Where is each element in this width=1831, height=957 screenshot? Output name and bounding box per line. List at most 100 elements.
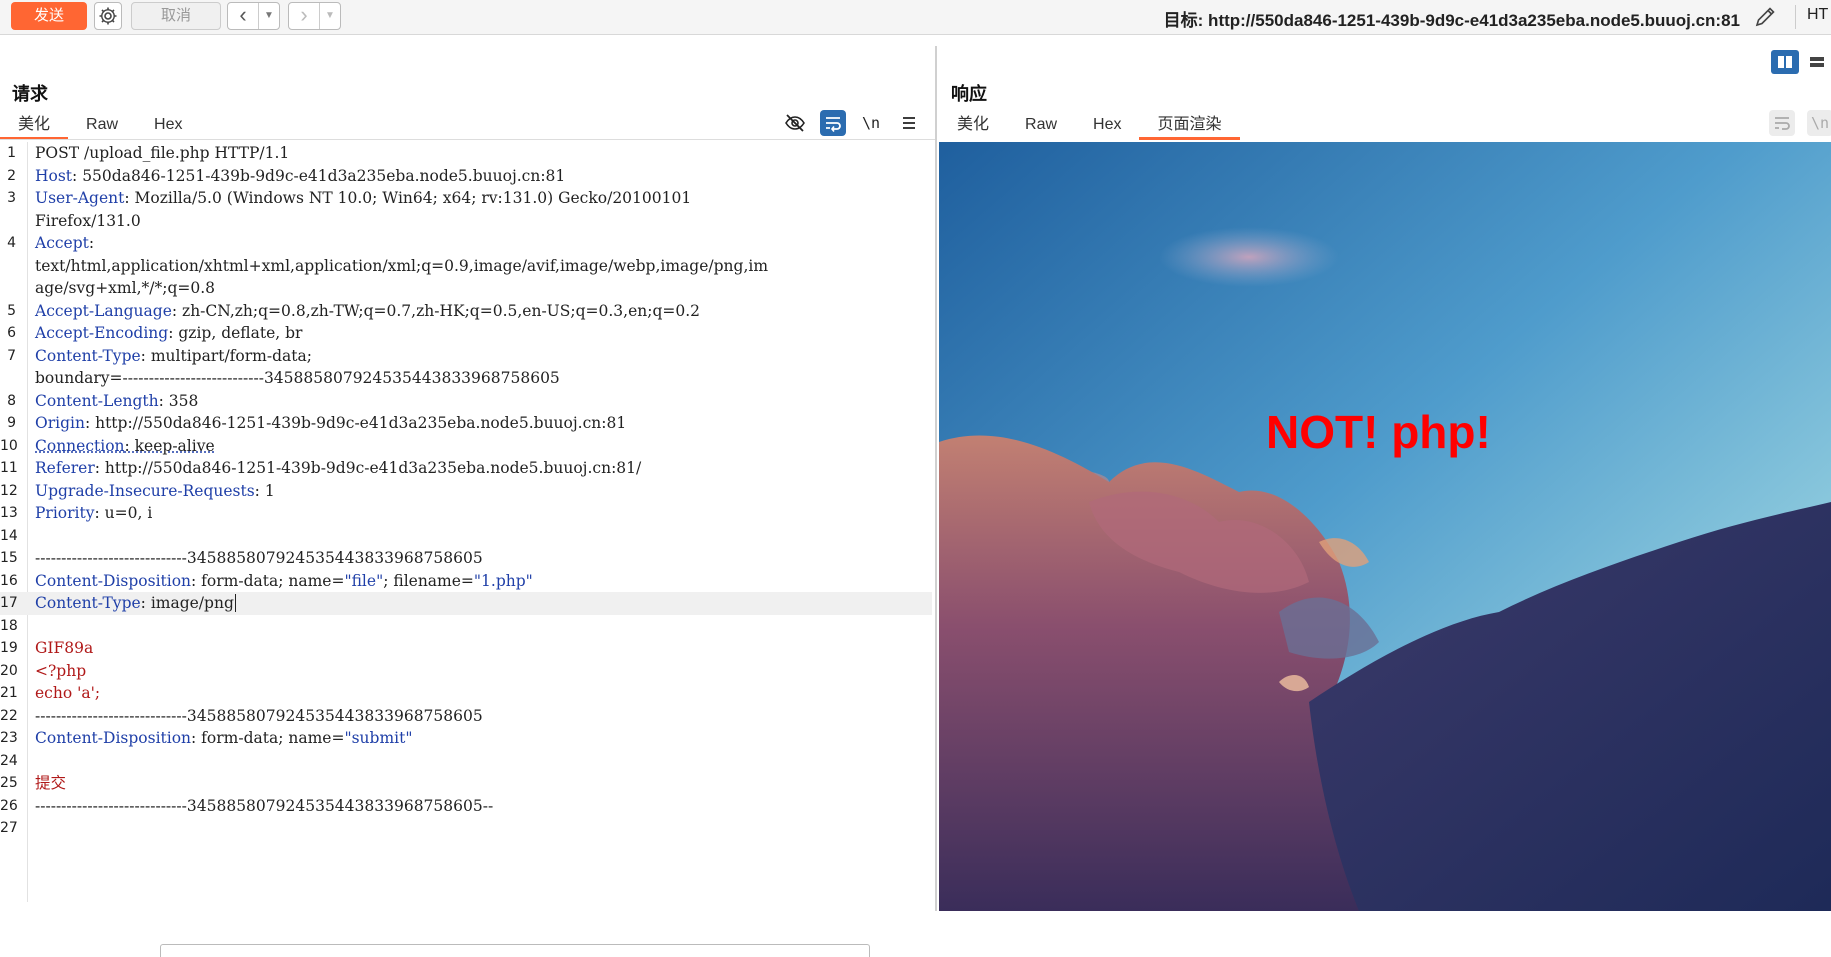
back-button[interactable]: ‹ [228,3,258,29]
editor-line[interactable]: 22 -----------------------------345885807… [0,705,932,728]
token: : 1 [254,481,275,500]
request-tab-pretty[interactable]: 美化 [0,111,69,140]
editor-line[interactable]: 5 Accept-Language: zh-CN,zh;q=0.8,zh-TW;q… [0,300,932,323]
editor-line[interactable]: 20 <?php [0,660,932,683]
response-tab-pretty[interactable]: 美化 [939,111,1007,138]
editor-line[interactable]: 26 -----------------------------345885807… [0,795,932,818]
request-menu-button[interactable] [896,110,922,136]
editor-line[interactable]: 18 [0,615,932,638]
request-editor-tools: \n [782,110,922,136]
pencil-icon [1755,7,1775,27]
editor-line[interactable]: 12 Upgrade-Insecure-Requests: 1 [0,480,932,503]
editor-line[interactable]: 14 [0,525,932,548]
editor-line[interactable]: 2 Host: 550da846-1251-439b-9d9c-e41d3a235… [0,165,932,188]
request-tab-raw[interactable]: Raw [68,111,136,138]
response-tabs: 美化 Raw Hex 页面渲染 [939,111,1240,140]
newline-icon: \n [861,114,881,132]
line-number: 6 [7,325,16,341]
token: : form-data; name= [191,571,345,590]
pane-splitter[interactable] [935,46,937,911]
request-editor[interactable]: 1 POST /upload_file.php HTTP/1.1 2 Host: 55… [0,142,935,902]
editor-line[interactable]: 15 -----------------------------345885807… [0,547,932,570]
editor-line[interactable]: 19 GIF89a [0,637,932,660]
header-name: Priority [35,504,95,522]
line-number: 12 [0,482,18,499]
request-tab-hex[interactable]: Hex [136,111,200,138]
editor-line[interactable]: 4 Accept: [0,232,932,255]
forward-history-dropdown[interactable]: ▼ [319,3,340,29]
line-text: Referer: http://550da846-1251-439b-9d9c-… [35,457,641,480]
header-name: Content-Disposition [35,571,192,590]
editor-line[interactable]: 13 Priority: u=0, i [0,502,932,525]
editor-line[interactable]: 6 Accept-Encoding: gzip, deflate, br [0,322,932,345]
cancel-button[interactable]: 取消 [131,2,221,30]
response-tab-raw[interactable]: Raw [1007,111,1075,138]
edit-target-button[interactable] [1751,3,1779,31]
editor-line[interactable]: 9 Origin: http://550da846-1251-439b-9d9c-… [0,412,932,435]
layout-split-button[interactable] [1771,50,1799,74]
line-number: 2 [7,167,16,184]
sky-background-image [939,142,1831,911]
back-history-dropdown[interactable]: ▼ [258,3,279,29]
request-title: 请求 [12,84,48,104]
line-text: -----------------------------34588580792… [35,705,483,728]
editor-line[interactable]: 21 echo 'a'; [0,682,932,705]
token: -----------------------------34588580792… [35,796,494,815]
line-text: Content-Type: multipart/form-data; [35,345,312,368]
line-text: 提交 [35,772,66,795]
newline-toggle-button[interactable]: \n [858,110,884,136]
editor-line[interactable]: 3 User-Agent: Mozilla/5.0 (Windows NT 10.… [0,187,932,210]
toolbar-divider [1795,5,1796,29]
send-button[interactable]: 发送 [11,2,87,30]
hide-nonprintable-button[interactable] [782,110,808,136]
editor-line[interactable]: age/svg+xml,*/*;q=0.8 [0,277,932,300]
header-name: Upgrade-Insecure-Requests [35,481,255,500]
token: 提交 [35,774,67,792]
editor-line[interactable]: 17 Content-Type: image/png [0,592,932,615]
line-text: -----------------------------34588580792… [35,795,493,818]
response-tab-hex[interactable]: Hex [1075,111,1139,138]
response-tab-render[interactable]: 页面渲染 [1139,111,1240,140]
line-number: 16 [0,572,18,589]
editor-line[interactable]: 1 POST /upload_file.php HTTP/1.1 [0,142,932,165]
http-menu-label[interactable]: HT [1807,6,1828,24]
editor-line[interactable]: Firefox/131.0 [0,210,932,233]
rendered-page: NOT! php! [939,142,1831,911]
editor-line[interactable]: 11 Referer: http://550da846-1251-439b-9d9… [0,457,932,480]
line-text: Firefox/131.0 [35,210,141,233]
line-text: POST /upload_file.php HTTP/1.1 [35,142,289,165]
response-wrap-button[interactable] [1769,110,1795,136]
line-text: Accept-Encoding: gzip, deflate, br [35,322,302,345]
token: : 358 [158,391,199,410]
chevron-right-icon: › [300,2,308,27]
editor-line[interactable]: 25 提交 [0,772,932,795]
response-editor-tools: \n [1769,110,1831,136]
token: <?php [35,661,87,680]
editor-line[interactable]: 16 Content-Disposition: form-data; name="… [0,570,932,593]
newline-icon: \n [1810,114,1830,132]
token: : u=0, i [94,504,153,522]
line-text: text/html,application/xhtml+xml,applicat… [35,255,768,278]
line-number: 25 [0,775,18,791]
settings-button[interactable] [94,2,122,30]
search-input[interactable] [160,944,870,957]
editor-line[interactable]: 7 Content-Type: multipart/form-data; [0,345,932,368]
header-name: Accept-Language [35,301,172,320]
line-text: Content-Disposition: form-data; name="su… [35,727,412,750]
token: : 550da846-1251-439b-9d9c-e41d3a235eba.n… [72,166,566,185]
wrap-icon [826,117,841,132]
editor-line[interactable]: 24 [0,750,932,773]
forward-button[interactable]: › [289,3,319,29]
layout-stack-button[interactable] [1803,50,1831,74]
chevron-left-icon: ‹ [239,2,247,27]
editor-line[interactable]: 27 [0,817,932,840]
editor-line[interactable]: text/html,application/xhtml+xml,applicat… [0,255,932,278]
line-number: 13 [0,505,18,521]
word-wrap-button[interactable] [820,110,846,136]
editor-line[interactable]: 10 Connection: keep-alive [0,435,932,458]
editor-line[interactable]: 8 Content-Length: 358 [0,390,932,413]
response-newline-button[interactable]: \n [1807,110,1831,136]
columns-icon [1778,56,1792,68]
editor-line[interactable]: boundary=---------------------------3458… [0,367,932,390]
editor-line[interactable]: 23 Content-Disposition: form-data; name="… [0,727,932,750]
